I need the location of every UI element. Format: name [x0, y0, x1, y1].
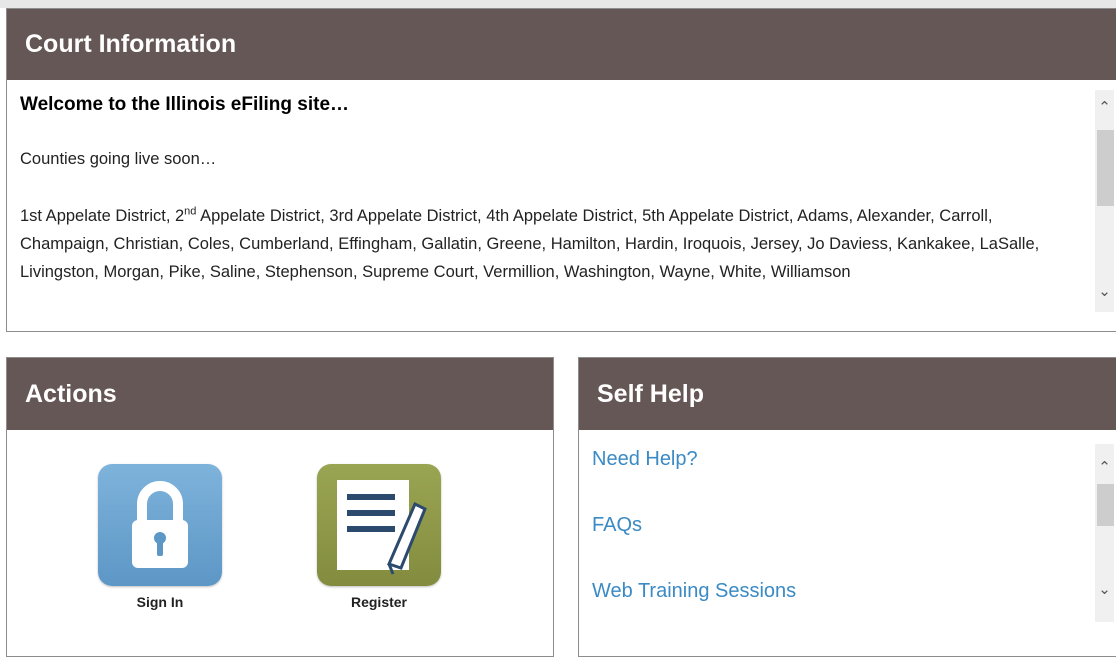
chevron-up-icon[interactable]: ⌃ [1095, 98, 1114, 118]
welcome-heading: Welcome to the Illinois eFiling site… [20, 94, 350, 115]
court-information-body: Welcome to the Illinois eFiling site… Co… [7, 80, 1116, 312]
document-pencil-icon [337, 480, 427, 575]
register-button[interactable]: Register [314, 464, 444, 610]
ordinal-suffix: nd [184, 205, 197, 218]
register-label: Register [350, 594, 408, 610]
self-help-scrollbar[interactable]: ⌃ ⌄ [1095, 444, 1114, 622]
register-tile[interactable] [317, 464, 441, 586]
court-information-title: Court Information [7, 9, 1116, 80]
faqs-link[interactable]: FAQs [592, 514, 642, 537]
chevron-down-icon[interactable]: ⌄ [1095, 282, 1114, 302]
court-information-scrollbar[interactable]: ⌃ ⌄ [1095, 90, 1114, 312]
chevron-down-icon[interactable]: ⌄ [1095, 580, 1114, 600]
sign-in-label: Sign In [136, 594, 184, 610]
sign-in-button[interactable]: Sign In [95, 464, 225, 610]
chevron-up-icon[interactable]: ⌃ [1095, 458, 1114, 478]
web-training-sessions-link[interactable]: Web Training Sessions [592, 580, 796, 603]
scrollbar-thumb[interactable] [1097, 484, 1114, 526]
need-help-link[interactable]: Need Help? [592, 448, 698, 471]
sign-in-tile[interactable] [98, 464, 222, 586]
self-help-title: Self Help [579, 358, 1116, 430]
top-divider [0, 0, 1116, 8]
actions-title: Actions [7, 358, 553, 430]
court-information-content: Welcome to the Illinois eFiling site… Co… [20, 80, 1086, 286]
counties-lead: 1st Appelate District, 2 [20, 207, 185, 225]
counties-list: 1st Appelate District, 2nd Appelate Dist… [20, 202, 1086, 286]
court-information-panel: Court Information Welcome to the Illinoi… [6, 8, 1116, 332]
scrollbar-thumb[interactable] [1097, 130, 1114, 206]
lock-icon [132, 481, 188, 568]
going-live-text: Counties going live soon… [20, 150, 217, 168]
self-help-panel: Self Help Need Help? FAQs Web Training S… [578, 357, 1116, 657]
actions-panel: Actions Sign In Register [6, 357, 554, 657]
